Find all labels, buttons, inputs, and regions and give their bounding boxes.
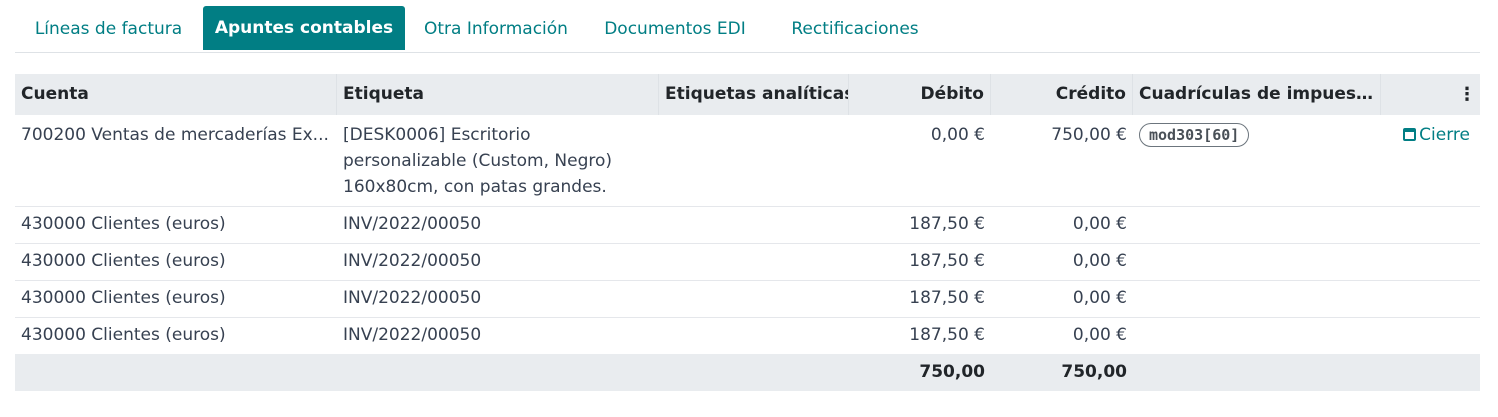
- cell-credito: 0,00 €: [1072, 288, 1127, 308]
- cell-cuenta: 430000 Clientes (euros): [21, 325, 226, 345]
- cierre-label: Cierre: [1419, 125, 1470, 145]
- column-header-cuenta[interactable]: Cuenta: [15, 74, 337, 115]
- tab-rectificaciones[interactable]: Rectificaciones: [773, 7, 937, 51]
- tab-documentos-edi[interactable]: Documentos EDI: [595, 7, 755, 51]
- cell-debito: 187,50 €: [909, 325, 985, 345]
- table-header-row: Cuenta Etiqueta Etiquetas analíticas Déb…: [15, 74, 1480, 115]
- vertical-dots-icon: ⋮: [1458, 84, 1476, 105]
- calendar-icon: [1403, 128, 1417, 141]
- column-header-debito[interactable]: Débito: [849, 74, 991, 115]
- cell-credito: 750,00 €: [1051, 125, 1127, 145]
- notebook-tabs: Líneas de factura Apuntes contables Otra…: [15, 6, 1480, 53]
- cierre-link[interactable]: Cierre: [1381, 115, 1480, 206]
- column-header-credito[interactable]: Crédito: [991, 74, 1133, 115]
- tax-tag-badge: mod303[60]: [1139, 123, 1250, 147]
- column-header-etiqueta[interactable]: Etiqueta: [337, 74, 659, 115]
- cell-etiqueta: [DESK0006] Escritorio personalizable (Cu…: [343, 125, 613, 197]
- cell-etiquetas-analiticas: [659, 317, 849, 354]
- table-row[interactable]: 430000 Clientes (euros) INV/2022/00050 1…: [15, 280, 1480, 318]
- column-header-etiquetas-analiticas[interactable]: Etiquetas analíticas: [659, 74, 849, 115]
- cell-etiqueta: INV/2022/00050: [343, 214, 482, 234]
- cell-debito: 187,50 €: [909, 288, 985, 308]
- cell-debito: 187,50 €: [909, 214, 985, 234]
- cell-etiqueta: INV/2022/00050: [343, 288, 482, 308]
- cell-credito: 0,00 €: [1072, 214, 1127, 234]
- table-row[interactable]: 430000 Clientes (euros) INV/2022/00050 1…: [15, 317, 1480, 354]
- cell-cuenta: 430000 Clientes (euros): [21, 288, 226, 308]
- cell-etiqueta: INV/2022/00050: [343, 251, 482, 271]
- cell-cuenta: 430000 Clientes (euros): [21, 214, 226, 234]
- cell-etiquetas-analiticas: [659, 206, 849, 243]
- tab-apuntes-contables[interactable]: Apuntes contables: [203, 6, 405, 50]
- cell-debito: 0,00 €: [930, 125, 985, 145]
- cell-etiqueta: INV/2022/00050: [343, 325, 482, 345]
- cell-credito: 0,00 €: [1072, 325, 1127, 345]
- table-row[interactable]: 700200 Ventas de mercaderías Ex... [DESK…: [15, 115, 1480, 207]
- cell-etiquetas-analiticas: [659, 280, 849, 317]
- optional-columns-toggle[interactable]: ⋮: [1381, 74, 1480, 115]
- table-footer-totals: 750,00 750,00: [15, 354, 1480, 391]
- tab-lineas-factura[interactable]: Líneas de factura: [15, 7, 202, 51]
- table-row[interactable]: 430000 Clientes (euros) INV/2022/00050 1…: [15, 206, 1480, 244]
- table-row[interactable]: 430000 Clientes (euros) INV/2022/00050 1…: [15, 243, 1480, 281]
- column-header-cuadriculas[interactable]: Cuadrículas de impuest...: [1133, 74, 1381, 115]
- cell-cuenta: 430000 Clientes (euros): [21, 251, 226, 271]
- cell-debito: 187,50 €: [909, 251, 985, 271]
- cell-etiquetas-analiticas: [659, 115, 849, 206]
- cell-etiquetas-analiticas: [659, 243, 849, 280]
- cell-cuenta: 700200 Ventas de mercaderías Ex...: [21, 125, 329, 145]
- cell-credito: 0,00 €: [1072, 251, 1127, 271]
- cell-cuadriculas: mod303[60]: [1133, 115, 1381, 206]
- total-credito: 750,00: [1061, 362, 1127, 382]
- total-debito: 750,00: [919, 362, 985, 382]
- tab-otra-informacion[interactable]: Otra Información: [410, 7, 582, 51]
